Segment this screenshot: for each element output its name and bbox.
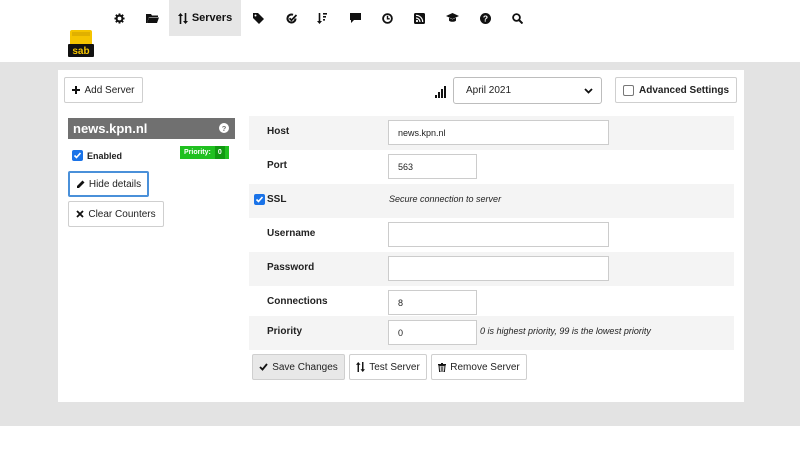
- sabnzbd-logo[interactable]: sab: [66, 28, 96, 58]
- remove-server-button[interactable]: Remove Server: [431, 354, 527, 380]
- svg-text:?: ?: [482, 13, 487, 23]
- form-row-port: Port 563: [249, 150, 734, 184]
- comment-icon[interactable]: [346, 0, 364, 36]
- folder-icon[interactable]: [143, 0, 161, 36]
- svg-text:?: ?: [222, 124, 227, 133]
- advanced-settings-toggle[interactable]: Advanced Settings: [615, 77, 737, 103]
- remove-server-label: Remove Server: [450, 361, 520, 373]
- hide-details-label: Hide details: [88, 178, 142, 190]
- enabled-toggle[interactable]: Enabled: [72, 150, 122, 161]
- test-server-label: Test Server: [369, 361, 420, 373]
- form-row-priority: Priority 0 0 is highest priority, 99 is …: [249, 316, 734, 350]
- port-input[interactable]: 563: [388, 154, 477, 179]
- nav-servers-tab[interactable]: Servers: [169, 0, 241, 36]
- nav-servers-label: Servers: [191, 12, 233, 24]
- month-select-value: April 2021: [466, 85, 512, 96]
- clear-counters-button[interactable]: Clear Counters: [68, 201, 164, 227]
- rss-icon[interactable]: [410, 0, 428, 36]
- password-input[interactable]: [388, 256, 609, 281]
- servers-icon: [356, 362, 366, 372]
- form-row-password: Password: [249, 252, 734, 286]
- form-row-ssl: SSL Secure connection to server: [249, 184, 734, 218]
- priority-badge: Priority: 0: [180, 146, 229, 159]
- server-name: news.kpn.nl: [73, 121, 148, 136]
- question-circle-icon[interactable]: ?: [219, 123, 229, 133]
- enabled-checkbox[interactable]: [72, 150, 83, 161]
- advanced-settings-checkbox[interactable]: [622, 84, 634, 96]
- password-label: Password: [267, 262, 315, 273]
- priority-input[interactable]: 0: [388, 320, 477, 345]
- form-row-host: Host news.kpn.nl: [249, 116, 734, 150]
- month-select[interactable]: April 2021: [453, 77, 602, 104]
- add-server-button[interactable]: Add Server: [64, 77, 143, 103]
- ssl-checkbox[interactable]: [254, 194, 265, 205]
- host-input[interactable]: news.kpn.nl: [388, 120, 609, 145]
- signal-bars-icon[interactable]: [435, 85, 447, 103]
- graduation-cap-icon[interactable]: [443, 0, 461, 36]
- plus-icon: [72, 86, 81, 94]
- username-input[interactable]: [388, 222, 609, 247]
- ssl-hint: Secure connection to server: [389, 194, 502, 204]
- chevron-down-icon: [584, 88, 593, 94]
- clock-icon[interactable]: [378, 0, 396, 36]
- host-label: Host: [267, 126, 290, 137]
- sort-icon[interactable]: [313, 0, 331, 36]
- checkmark-icon: [73, 152, 82, 159]
- username-label: Username: [267, 228, 316, 239]
- gear-icon[interactable]: [110, 0, 128, 36]
- enabled-label: Enabled: [87, 150, 123, 161]
- question-circle-icon[interactable]: ?: [476, 0, 494, 36]
- advanced-settings-label: Advanced Settings: [638, 84, 730, 96]
- form-row-connections: Connections 8: [249, 286, 734, 320]
- connections-input[interactable]: 8: [388, 290, 477, 315]
- top-navbar: sab Servers ?: [0, 0, 800, 62]
- close-icon: [76, 210, 84, 218]
- priority-label: Priority: [267, 326, 303, 337]
- pencil-icon: [76, 180, 85, 188]
- server-name-header: news.kpn.nl ?: [68, 118, 235, 139]
- connections-label: Connections: [267, 296, 328, 307]
- ssl-label: SSL: [267, 194, 287, 205]
- save-changes-label: Save Changes: [272, 361, 338, 373]
- checkmark-icon: [255, 196, 264, 203]
- clear-counters-label: Clear Counters: [88, 208, 156, 220]
- hide-details-button[interactable]: Hide details: [68, 171, 149, 197]
- tag-icon[interactable]: [249, 0, 267, 36]
- test-server-button[interactable]: Test Server: [349, 354, 427, 380]
- form-row-username: Username: [249, 218, 734, 252]
- checkmark-icon: [259, 363, 268, 371]
- add-server-label: Add Server: [84, 84, 135, 96]
- priority-badge-value: 0: [214, 146, 225, 159]
- priority-badge-label: Priority:: [184, 149, 211, 156]
- save-changes-button[interactable]: Save Changes: [252, 354, 345, 380]
- servers-icon: [177, 12, 188, 24]
- port-label: Port: [267, 160, 287, 171]
- check-circle-icon[interactable]: [282, 0, 300, 36]
- trash-icon: [438, 362, 447, 372]
- search-icon[interactable]: [508, 0, 526, 36]
- logo-text: sab: [72, 46, 89, 57]
- priority-hint: 0 is highest priority, 99 is the lowest …: [480, 326, 651, 336]
